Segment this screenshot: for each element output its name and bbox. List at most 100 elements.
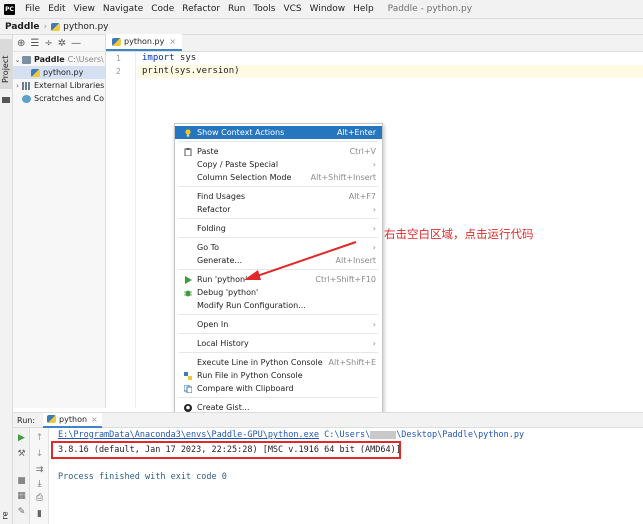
menu-navigate[interactable]: Navigate <box>103 4 143 14</box>
menu-item-refactor[interactable]: Refactor › <box>175 203 382 216</box>
locate-icon[interactable]: ⊕ <box>17 38 25 49</box>
menu-separator <box>179 333 378 334</box>
menu-item-label: Copy / Paste Special <box>197 160 279 169</box>
menu-separator <box>179 314 378 315</box>
menu-tools[interactable]: Tools <box>253 4 275 14</box>
menu-separator <box>179 186 378 187</box>
menu-item-label: Modify Run Configuration... <box>197 301 306 310</box>
menu-item-column-selection-mode[interactable]: Column Selection Mode Alt+Shift+Insert <box>175 171 382 184</box>
menu-item-folding[interactable]: Folding › <box>175 222 382 235</box>
menu-vcs[interactable]: VCS <box>283 4 301 14</box>
menu-item-compare-with-clipboard[interactable]: Compare with Clipboard <box>175 382 382 395</box>
menu-item-modify-run-configuration[interactable]: Modify Run Configuration... <box>175 299 382 312</box>
libraries-icon <box>22 81 31 90</box>
python-exe-link[interactable]: E:\ProgramData\Anaconda3\envs\Paddle-GPU… <box>58 430 319 440</box>
menu-item-debug-python[interactable]: Debug 'python' <box>175 286 382 299</box>
menu-item-label: Local History <box>197 339 249 348</box>
tree-row-python-file[interactable]: python.py <box>13 66 105 79</box>
python-file-icon <box>112 37 121 46</box>
menu-file[interactable]: File <box>25 4 40 14</box>
breadcrumb-separator: › <box>43 21 48 32</box>
annotation-text: 右击空白区域，点击运行代码 <box>384 227 534 241</box>
menu-code[interactable]: Code <box>151 4 174 14</box>
python-file-icon <box>31 68 40 77</box>
run-tab-python[interactable]: python × <box>43 412 102 428</box>
soft-wrap-icon[interactable]: ⇉ <box>34 464 45 475</box>
menu-item-paste[interactable]: Paste Ctrl+V <box>175 145 382 158</box>
menu-item-shortcut: Ctrl+V <box>349 147 376 156</box>
menu-item-shortcut: Alt+Shift+Insert <box>310 173 376 182</box>
hide-panel-icon[interactable]: — <box>71 38 81 49</box>
menu-item-open-in[interactable]: Open In › <box>175 318 382 331</box>
expand-all-icon[interactable]: ☰ <box>30 38 39 49</box>
line-number: 2 <box>116 67 121 76</box>
menu-item-execute-line-in-console[interactable]: Execute Line in Python Console Alt+Shift… <box>175 356 382 369</box>
print-icon[interactable]: ⎙ <box>34 492 45 503</box>
scroll-down-icon[interactable]: ↓ <box>34 448 45 459</box>
trash-icon[interactable]: ▮ <box>34 508 45 519</box>
code-line-1[interactable]: import sys <box>137 52 643 65</box>
python-file-icon <box>51 22 61 31</box>
menu-bar: PC File Edit View Navigate Code Refactor… <box>0 0 643 18</box>
menu-item-label: Open In <box>197 320 229 329</box>
project-tool-tab-label: Project <box>1 55 10 83</box>
code-line-2[interactable]: print(sys.version) <box>137 65 643 78</box>
menu-run[interactable]: Run <box>228 4 245 14</box>
line-number: 1 <box>116 54 121 63</box>
editor-tab-bar: python.py × <box>106 34 643 52</box>
chevron-right-icon[interactable]: › <box>13 82 22 90</box>
python-console-icon <box>184 372 192 380</box>
menu-item-show-context-actions[interactable]: Show Context Actions Alt+Enter <box>175 126 382 139</box>
structure-icon[interactable] <box>2 97 10 103</box>
tree-file-label: python.py <box>43 68 84 77</box>
run-toolbar-primary: ▶ ⚒ ■ ▦ ✎ <box>13 428 30 524</box>
menu-refactor[interactable]: Refactor <box>182 4 220 14</box>
breadcrumb-file[interactable]: python.py <box>63 22 108 32</box>
output-highlight-box <box>51 441 401 459</box>
menu-item-copy-paste-special[interactable]: Copy / Paste Special › <box>175 158 382 171</box>
tab-python-py[interactable]: python.py × <box>106 34 183 51</box>
console-user-path: C:\Users\ <box>324 430 371 440</box>
menu-window[interactable]: Window <box>310 4 346 14</box>
breadcrumb-project[interactable]: Paddle <box>5 22 40 32</box>
menu-item-label: Compare with Clipboard <box>197 384 294 393</box>
menu-view[interactable]: View <box>74 4 95 14</box>
collapse-all-icon[interactable]: ÷ <box>44 38 52 49</box>
menu-item-label: Find Usages <box>197 192 246 201</box>
editor-tab-label: python.py <box>124 37 165 46</box>
menu-item-local-history[interactable]: Local History › <box>175 337 382 350</box>
project-tool-tab[interactable]: Project <box>0 39 12 89</box>
run-panel-title: Run: <box>17 415 36 425</box>
tree-row-external-libraries[interactable]: › External Libraries <box>13 79 105 92</box>
chevron-right-icon: › <box>372 320 376 329</box>
close-tab-icon[interactable]: × <box>91 415 98 424</box>
settings-gear-icon[interactable]: ✲ <box>58 38 66 49</box>
bottom-tool-tab[interactable]: re <box>1 511 10 519</box>
menu-item-find-usages[interactable]: Find Usages Alt+F7 <box>175 190 382 203</box>
wrench-icon[interactable]: ⚒ <box>16 448 27 459</box>
pin-icon[interactable]: ✎ <box>16 506 27 517</box>
close-tab-icon[interactable]: × <box>169 37 176 46</box>
pycharm-app-icon: PC <box>4 3 15 15</box>
chevron-down-icon[interactable]: ⌄ <box>13 56 22 64</box>
menu-item-label: Run File in Python Console <box>197 371 303 380</box>
menu-item-label: Folding <box>197 224 226 233</box>
console-exit-message: Process finished with exit code 0 <box>58 472 227 482</box>
run-icon <box>184 276 192 284</box>
chevron-right-icon: › <box>372 160 376 169</box>
rerun-icon[interactable]: ▶ <box>16 432 27 443</box>
breadcrumb: Paddle › python.py <box>0 18 643 35</box>
python-run-icon <box>47 415 57 423</box>
scroll-to-end-icon[interactable]: ⤓ <box>34 478 45 489</box>
stop-icon[interactable]: ■ <box>16 475 27 486</box>
menu-help[interactable]: Help <box>353 4 374 14</box>
scratches-icon <box>22 94 31 103</box>
tree-row-root[interactable]: ⌄ Paddle C:\Users\ <box>13 53 105 66</box>
compare-icon <box>183 384 193 394</box>
menu-item-run-file-in-console[interactable]: Run File in Python Console <box>175 369 382 382</box>
window-title: Paddle - python.py <box>387 4 473 14</box>
scroll-up-icon[interactable]: ↑ <box>34 432 45 443</box>
layout-icon[interactable]: ▦ <box>16 490 27 501</box>
menu-edit[interactable]: Edit <box>48 4 65 14</box>
tree-row-scratches[interactable]: Scratches and Co <box>13 92 105 105</box>
